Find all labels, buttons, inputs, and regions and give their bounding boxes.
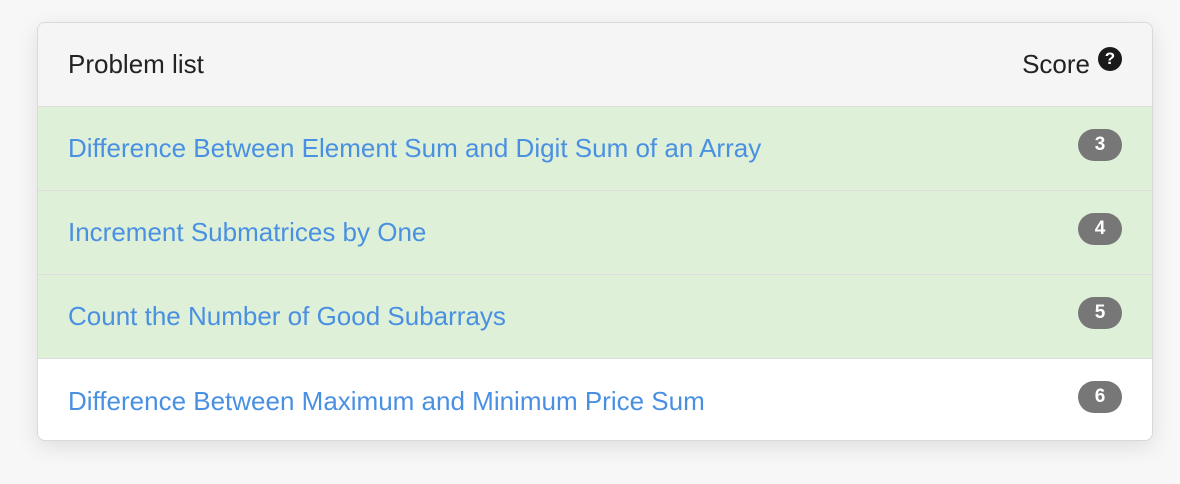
problem-list-panel: Problem list Score ? Difference Between …	[37, 22, 1153, 441]
problem-row: Difference Between Element Sum and Digit…	[38, 107, 1152, 191]
problem-link[interactable]: Difference Between Maximum and Minimum P…	[68, 386, 705, 417]
score-badge: 4	[1078, 212, 1122, 245]
problem-link[interactable]: Difference Between Element Sum and Digit…	[68, 133, 761, 164]
problem-row: Difference Between Maximum and Minimum P…	[38, 359, 1152, 440]
problem-row: Count the Number of Good Subarrays 5	[38, 275, 1152, 359]
panel-title: Problem list	[68, 49, 204, 79]
score-badge: 5	[1078, 296, 1122, 329]
problem-row: Increment Submatrices by One 4	[38, 191, 1152, 275]
score-column-header: Score ?	[1022, 46, 1122, 80]
score-badge: 3	[1078, 128, 1122, 161]
problem-link[interactable]: Increment Submatrices by One	[68, 217, 426, 248]
help-icon[interactable]: ?	[1098, 46, 1122, 71]
problem-link[interactable]: Count the Number of Good Subarrays	[68, 301, 506, 332]
panel-header: Problem list Score ?	[38, 23, 1152, 107]
score-badge: 6	[1078, 381, 1122, 413]
score-label: Score	[1022, 49, 1090, 79]
